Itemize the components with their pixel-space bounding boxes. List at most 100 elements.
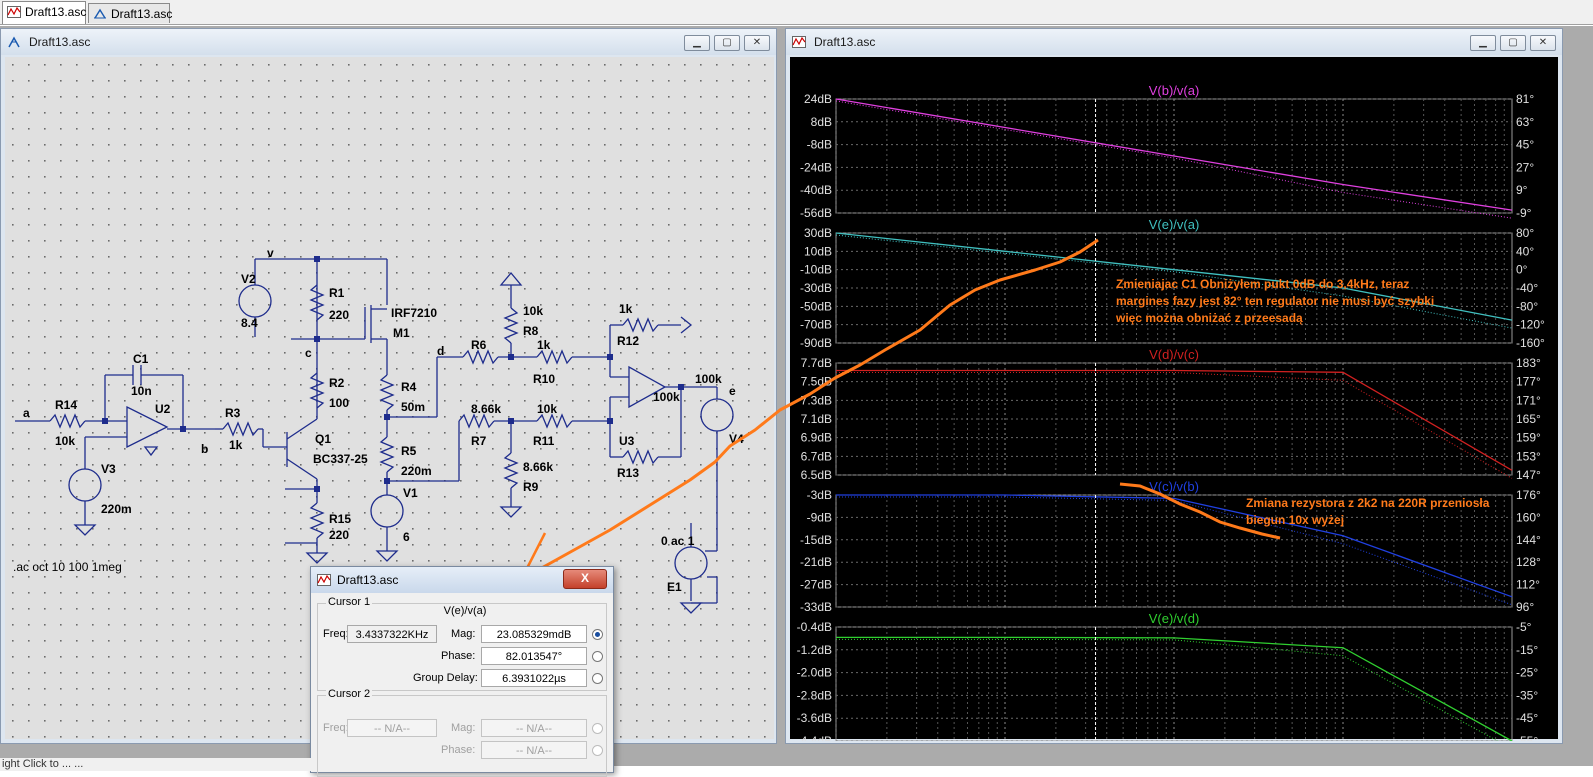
y-tick-label: -21dB	[800, 555, 832, 569]
component-label: 220m	[101, 502, 132, 516]
plot-area[interactable]: 24dB 8dB -8dB -24dB -40dB -56dB 81° 63° 45° 27° 9°…	[790, 57, 1560, 741]
tab-schematic[interactable]: Draft13.asc	[88, 3, 173, 23]
restore-button[interactable]: ▢	[714, 35, 740, 51]
freq2-field[interactable]: -- N/A--	[347, 719, 437, 737]
phase-radio[interactable]	[592, 651, 603, 662]
y-tick-label: -2.0dB	[797, 666, 832, 680]
pane-title: V(e)/v(d)	[1149, 611, 1200, 626]
group-delay-radio[interactable]	[592, 673, 603, 684]
y2-tick-label: 177°	[1516, 375, 1541, 389]
component-label: d	[437, 344, 444, 358]
y-tick-label: -40dB	[800, 183, 832, 197]
y2-tick-label: 0°	[1516, 263, 1528, 277]
component-label: 1	[5, 57, 12, 60]
component-label: 1k	[537, 338, 551, 352]
y-tick-label: -9dB	[807, 510, 832, 524]
component-label: C1	[133, 352, 149, 366]
y-tick-label: -33dB	[800, 600, 832, 614]
freq2-label: Freq:	[323, 722, 349, 734]
status-bar: ight Click to ... ...	[0, 758, 312, 771]
y-tick-label: -2.8dB	[797, 688, 832, 702]
y-tick-label: 7.3dB	[801, 393, 832, 407]
restore-button[interactable]: ▢	[1500, 35, 1526, 51]
close-button[interactable]: X	[563, 569, 607, 589]
y-tick-label: -56dB	[800, 206, 832, 220]
component-label: R12	[617, 334, 639, 348]
y-tick-label: -8dB	[807, 138, 832, 152]
cursor-dialog-titlebar[interactable]: Draft13.asc X	[311, 567, 613, 593]
freq-field[interactable]: 3.4337322KHz	[347, 625, 437, 643]
y-tick-label: -24dB	[800, 160, 832, 174]
y2-tick-label: 45°	[1516, 138, 1534, 152]
annotation-text-2: Zmiana rezystora z 2k2 na 220R przeniosł…	[1246, 496, 1490, 510]
component-label: R8	[523, 324, 539, 338]
component-label: 10n	[131, 384, 152, 398]
y2-tick-label: -15°	[1516, 643, 1538, 657]
y-tick-label: -1.2dB	[797, 643, 832, 657]
component-label: BC337-25	[313, 452, 368, 466]
component-label: 220m	[401, 464, 432, 478]
annotation-text-2: biegun 10x wyżej	[1246, 513, 1344, 527]
phase2-radio[interactable]	[592, 745, 603, 756]
y-tick-label: 7.7dB	[801, 356, 832, 370]
y2-tick-label: 160°	[1516, 510, 1541, 524]
component-label: R4	[401, 380, 417, 394]
component-label: R15	[329, 512, 351, 526]
mag2-field[interactable]: -- N/A--	[481, 719, 587, 737]
schematic-title: Draft13.asc	[29, 35, 91, 49]
schematic-titlebar[interactable]: Draft13.asc ▁ ▢ ✕	[1, 29, 776, 55]
y-tick-label: 6.7dB	[801, 449, 832, 463]
cursor1-trace: V(e)/v(a)	[443, 605, 487, 617]
plot-pane: 24dB 8dB -8dB -24dB -40dB -56dB 81° 63° 45° 27° 9°…	[800, 83, 1534, 220]
component-label: R1	[329, 286, 345, 300]
y2-tick-label: 63°	[1516, 115, 1534, 129]
component-label: Q1	[315, 432, 331, 446]
phase-field[interactable]: 82.013547°	[481, 647, 587, 665]
component-label: R3	[225, 406, 241, 420]
close-button[interactable]: ✕	[744, 35, 770, 51]
y-tick-label: -10dB	[800, 263, 832, 277]
y-tick-label: 10dB	[804, 244, 832, 258]
schematic-icon	[94, 8, 106, 19]
y2-tick-label: -55°	[1516, 734, 1538, 741]
minimize-button[interactable]: ▁	[684, 35, 710, 51]
component-label: b	[201, 442, 208, 456]
component-label: R14	[55, 398, 77, 412]
component-label: 1k	[619, 302, 633, 316]
y2-tick-label: -160°	[1516, 336, 1545, 350]
freq-label: Freq:	[323, 628, 349, 640]
component-label: a	[23, 406, 30, 420]
component-label: R11	[533, 434, 555, 448]
phase2-field[interactable]: -- N/A--	[481, 741, 587, 759]
pane-title: V(d)/v(c)	[1149, 347, 1199, 362]
component-label: V2	[241, 272, 256, 286]
spice-directive: .ac oct 10 100 1meg	[13, 560, 122, 574]
cursor-dialog: Draft13.asc X Cursor 1 V(e)/v(a) Freq: 3…	[310, 566, 614, 777]
group-delay-label: Group Delay:	[413, 672, 478, 684]
component-label: V1	[403, 486, 418, 500]
y-tick-label: -90dB	[800, 336, 832, 350]
mag-radio[interactable]	[592, 629, 603, 640]
minimize-button[interactable]: ▁	[1470, 35, 1496, 51]
component-label: V3	[101, 462, 116, 476]
y2-tick-label: 144°	[1516, 533, 1541, 547]
mag-field[interactable]: 23.085329mdB	[481, 625, 587, 643]
pane-title: V(c)/v(b)	[1149, 479, 1199, 494]
waveform-titlebar[interactable]: Draft13.asc ▁ ▢ ✕	[786, 29, 1562, 55]
tab-waveform[interactable]: Draft13.asc	[2, 1, 86, 24]
y-tick-label: -15dB	[800, 533, 832, 547]
component-label: E1	[667, 580, 682, 594]
group-delay-field[interactable]: 6.3931022µs	[481, 669, 587, 687]
mag2-radio[interactable]	[592, 723, 603, 734]
close-button[interactable]: ✕	[1530, 35, 1556, 51]
y2-tick-label: 80°	[1516, 226, 1534, 240]
y-tick-label: 6.9dB	[801, 431, 832, 445]
component-label: 220	[329, 308, 349, 322]
y2-tick-label: 96°	[1516, 600, 1534, 614]
tab-label: Draft13.asc	[111, 7, 173, 21]
bode-plots[interactable]: 24dB 8dB -8dB -24dB -40dB -56dB 81° 63° 45° 27° 9°…	[790, 57, 1560, 741]
y2-tick-label: 128°	[1516, 555, 1541, 569]
cursor1-label: Cursor 1	[326, 596, 373, 608]
cursor2-label: Cursor 2	[326, 688, 373, 700]
y-tick-label: -4.4dB	[797, 734, 832, 741]
